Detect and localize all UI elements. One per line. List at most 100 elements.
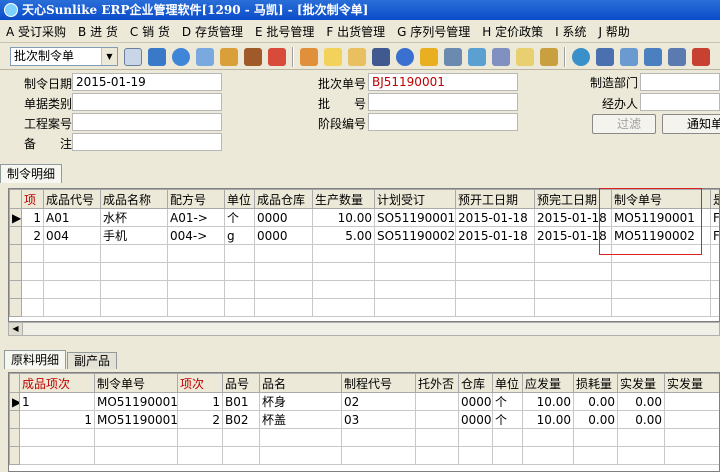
previous-icon[interactable] [148, 47, 166, 66]
table-cell[interactable]: F [710, 226, 719, 245]
menu-orders-purchase[interactable]: A 受订采购 [6, 23, 66, 40]
network-icon[interactable] [620, 47, 638, 66]
table-cell[interactable]: 0000 [254, 208, 313, 227]
table-cell[interactable]: 0000 [458, 392, 493, 411]
table-cell[interactable]: 10.00 [312, 208, 375, 227]
menu-inventory[interactable]: D 存货管理 [182, 23, 243, 40]
table-cell[interactable]: 个 [492, 410, 523, 429]
table-cell[interactable]: 0000 [254, 226, 313, 245]
column-header[interactable]: 托外否 [415, 373, 459, 393]
print-icon[interactable] [196, 47, 214, 66]
column-header[interactable]: 仓库 [458, 373, 493, 393]
table-cell[interactable]: 2015-01-18 [455, 208, 535, 227]
column-header[interactable]: 品名 [259, 373, 342, 393]
table-cell[interactable]: 2 [177, 410, 223, 429]
table-cell[interactable]: 1 [177, 392, 223, 411]
exit-icon[interactable] [692, 47, 710, 66]
menu-sales[interactable]: C 销 货 [130, 23, 170, 40]
column-header[interactable]: 制程代号 [341, 373, 416, 393]
doc-type-select[interactable]: 批次制令单 ▼ [10, 47, 118, 66]
column-header[interactable]: 单位 [224, 189, 255, 209]
check-icon[interactable] [572, 47, 590, 66]
table-cell[interactable]: 10.00 [522, 392, 574, 411]
notebook-icon[interactable] [668, 47, 686, 66]
mail-icon[interactable] [324, 47, 342, 66]
table-cell[interactable]: A01 [43, 208, 101, 227]
table-cell[interactable]: 手机 [100, 226, 168, 245]
dept-field[interactable] [640, 73, 720, 91]
open-icon[interactable] [540, 47, 558, 66]
tab-order-detail[interactable]: 制令明细 [0, 164, 63, 183]
menu-purchase-in[interactable]: B 进 货 [78, 23, 118, 40]
folder-icon[interactable] [348, 47, 366, 66]
table-cell[interactable]: 004 [43, 226, 101, 245]
keyboard-icon[interactable] [444, 47, 462, 66]
column-header[interactable]: 品号 [222, 373, 260, 393]
briefcase-icon[interactable] [244, 47, 262, 66]
column-header[interactable]: 应发量 [522, 373, 574, 393]
menu-serial-number[interactable]: G 序列号管理 [397, 23, 470, 40]
table-cell[interactable]: B02 [222, 410, 260, 429]
tab-material-detail[interactable]: 原料明细 [4, 350, 67, 369]
table-cell[interactable]: 0.00 [573, 410, 618, 429]
column-header[interactable]: 损耗量 [573, 373, 618, 393]
table-cell[interactable]: 5.00 [312, 226, 375, 245]
table-cell[interactable]: 03 [341, 410, 416, 429]
table-cell[interactable]: A01-> [167, 208, 225, 227]
column-header[interactable]: 是 [710, 189, 719, 209]
table-cell[interactable]: 0.00 [617, 410, 665, 429]
dollar-icon[interactable] [420, 47, 438, 66]
arrow-icon[interactable] [372, 47, 390, 66]
doc-category-field[interactable] [72, 93, 222, 111]
column-header[interactable]: 单位 [492, 373, 523, 393]
table-row[interactable]: 1 MO51190001 2 B02 杯盖 03 0000 个 10.00 0.… [9, 410, 719, 429]
first-record-icon[interactable] [124, 47, 142, 66]
help-icon[interactable] [396, 47, 414, 66]
table-cell[interactable]: 0.00 [617, 392, 665, 411]
table-cell[interactable]: MO51190001 [94, 392, 178, 411]
order-date-field[interactable]: 2015-01-19 [72, 73, 222, 91]
table-cell[interactable]: 0.00 [573, 392, 618, 411]
table-icon[interactable] [468, 47, 486, 66]
column-header[interactable]: 成品仓库 [254, 189, 313, 209]
handler-field[interactable] [640, 93, 720, 111]
document-icon[interactable] [492, 47, 510, 66]
tab-by-products[interactable]: 副产品 [67, 352, 118, 369]
table-cell[interactable]: 个 [224, 208, 255, 227]
table-cell[interactable]: MO51190001 [94, 410, 178, 429]
chevron-down-icon[interactable]: ▼ [101, 48, 117, 65]
column-header[interactable]: 计划受订 [374, 189, 456, 209]
column-header[interactable]: 预开工日期 [455, 189, 535, 209]
table-cell[interactable]: 2015-01-18 [455, 226, 535, 245]
column-header[interactable]: 配方号 [167, 189, 225, 209]
table-cell[interactable]: 02 [341, 392, 416, 411]
menu-system[interactable]: I 系统 [555, 23, 586, 40]
table-cell[interactable]: 10.00 [522, 410, 574, 429]
table-cell[interactable] [415, 410, 459, 429]
column-header[interactable]: 实发量 [664, 373, 719, 393]
table-cell[interactable]: SO51190001 [374, 208, 456, 227]
column-header[interactable]: 成品名称 [100, 189, 168, 209]
table-cell[interactable]: 个 [492, 392, 523, 411]
menu-pricing[interactable]: H 定价政策 [482, 23, 543, 40]
table-cell[interactable] [664, 392, 719, 411]
people-icon[interactable] [300, 47, 318, 66]
table-cell[interactable]: 004-> [167, 226, 225, 245]
save-icon[interactable] [220, 47, 238, 66]
table-cell[interactable]: 杯身 [259, 392, 342, 411]
table-cell[interactable]: g [224, 226, 255, 245]
horizontal-scrollbar[interactable]: ◀ [8, 322, 720, 336]
table-cell[interactable]: 水杯 [100, 208, 168, 227]
table-cell[interactable] [664, 410, 719, 429]
remark-field[interactable] [72, 133, 222, 151]
menu-shipping[interactable]: F 出货管理 [326, 23, 385, 40]
column-header[interactable]: 制令单号 [94, 373, 178, 393]
table-cell[interactable]: 0000 [458, 410, 493, 429]
table-cell[interactable]: 1 [19, 392, 95, 411]
table-cell[interactable] [415, 392, 459, 411]
table-cell[interactable]: B01 [222, 392, 260, 411]
batch-no-field[interactable]: BJ51190001 [368, 73, 518, 91]
notify-button[interactable]: 通知单 [662, 114, 720, 134]
house-icon[interactable] [268, 47, 286, 66]
scroll-left-icon[interactable]: ◀ [9, 323, 23, 335]
